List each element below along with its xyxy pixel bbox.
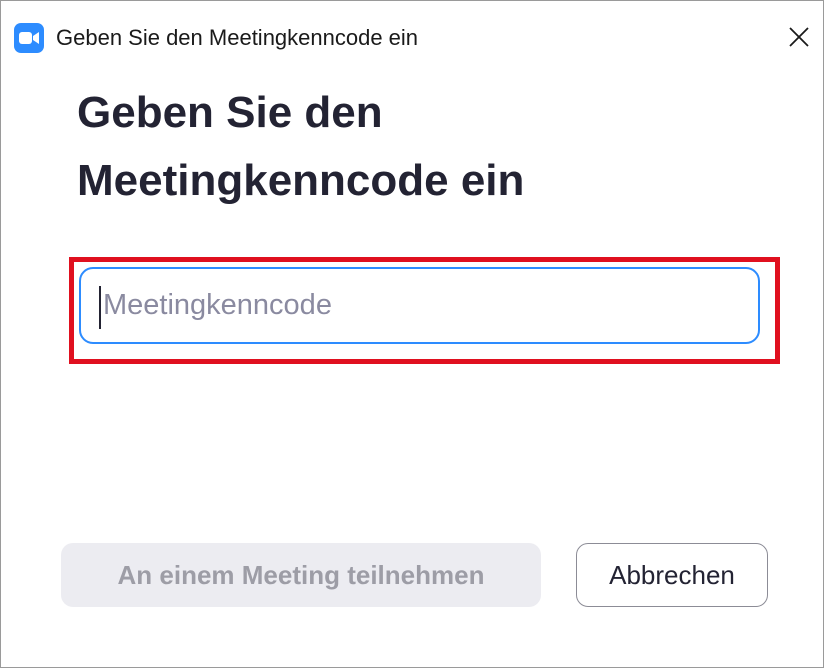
close-icon xyxy=(789,27,809,47)
close-button[interactable] xyxy=(783,21,815,53)
text-cursor xyxy=(99,286,101,329)
window-title: Geben Sie den Meetingkenncode ein xyxy=(56,25,419,50)
title-bar: Geben Sie den Meetingkenncode ein xyxy=(1,1,823,73)
page-title: Geben Sie den Meetingkenncode ein xyxy=(77,79,777,215)
meeting-passcode-input[interactable] xyxy=(79,267,760,344)
camera-glyph xyxy=(19,32,39,44)
page-title-line-2: Meetingkenncode ein xyxy=(77,156,525,205)
cancel-button[interactable]: Abbrechen xyxy=(576,543,768,607)
join-meeting-button[interactable]: An einem Meeting teilnehmen xyxy=(61,543,541,607)
zoom-camera-icon xyxy=(14,23,44,53)
passcode-dialog: Geben Sie den Meetingkenncode ein Geben … xyxy=(0,0,824,668)
page-title-line-1: Geben Sie den xyxy=(77,88,383,137)
